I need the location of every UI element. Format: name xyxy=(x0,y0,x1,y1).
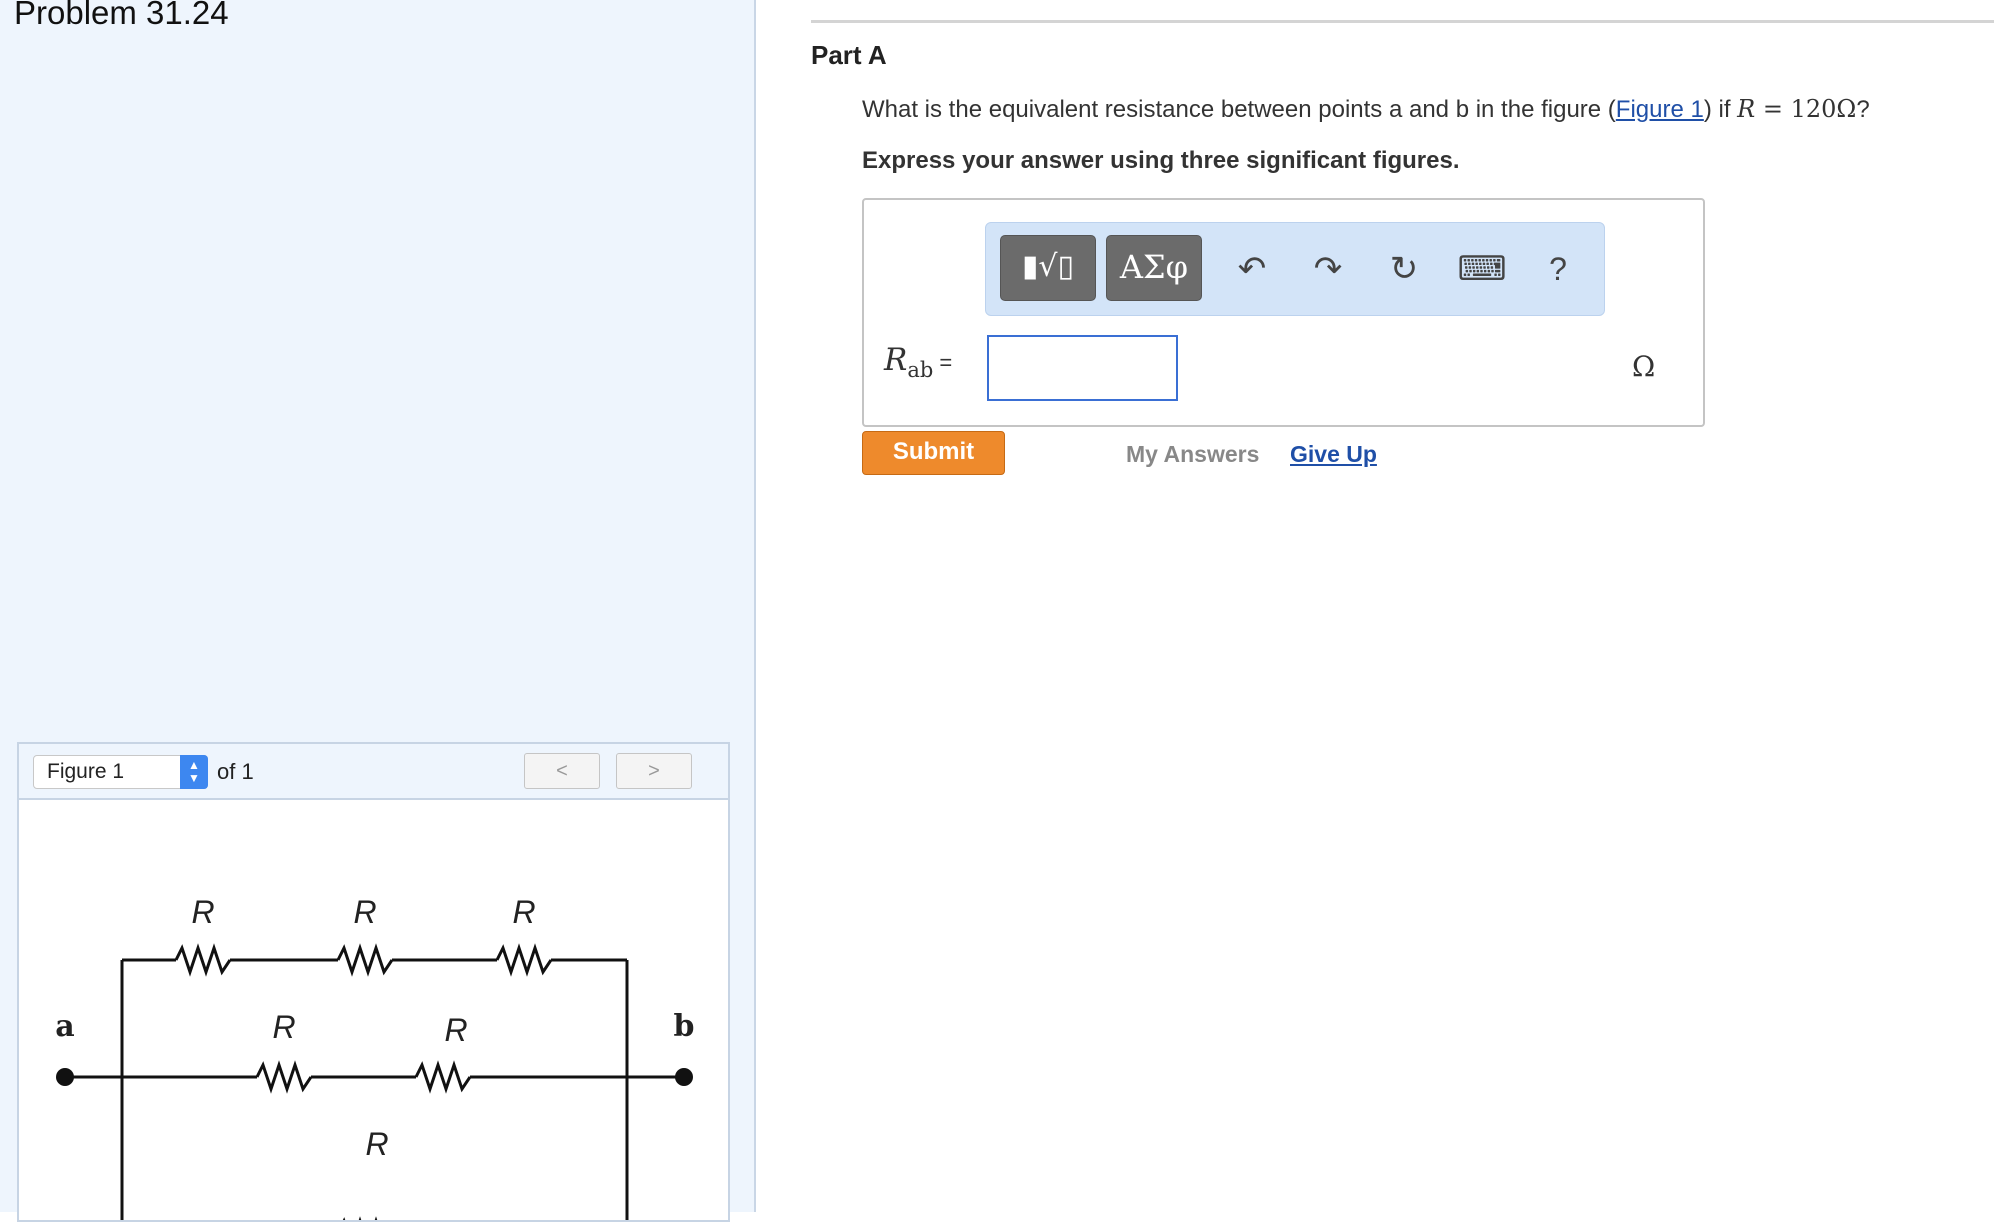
chevron-left-icon: < xyxy=(556,760,568,782)
instruction-text: Express your answer using three signific… xyxy=(862,147,1460,174)
submit-button[interactable]: Submit xyxy=(862,431,1005,475)
node-a-label: a xyxy=(55,1009,74,1044)
left-pane: Problem 31.24 Figure 1 ▲ ▼ of 1 < > R R … xyxy=(0,0,756,1222)
redo-button[interactable]: ↷ xyxy=(1300,241,1356,297)
help-button[interactable]: ? xyxy=(1530,241,1586,297)
next-figure-button[interactable]: > xyxy=(616,753,692,789)
select-arrows-icon: ▲ ▼ xyxy=(180,755,208,789)
part-title: Part A xyxy=(811,40,887,70)
prev-figure-button[interactable]: < xyxy=(524,753,600,789)
resistor-label: R xyxy=(191,894,214,930)
my-answers-button[interactable]: My Answers xyxy=(1126,441,1259,468)
resistor-label: R xyxy=(444,1012,467,1048)
resistor-label: R xyxy=(512,894,535,930)
keyboard-button[interactable]: ⌨ xyxy=(1454,241,1510,297)
reset-icon: ↻ xyxy=(1389,250,1419,288)
answer-input[interactable] xyxy=(987,335,1178,401)
figure-count-label: of 1 xyxy=(217,759,254,784)
figure-select-value: Figure 1 xyxy=(47,760,125,783)
figure-link[interactable]: Figure 1 xyxy=(1616,96,1704,123)
answer-label: Rab = xyxy=(884,342,953,383)
resistor-zigzag xyxy=(336,943,394,977)
symbols-button[interactable]: ΑΣφ xyxy=(1106,235,1202,301)
resistor-zigzag xyxy=(495,943,553,977)
resistor-zigzag xyxy=(414,1060,472,1094)
unit-label: Ω xyxy=(1632,350,1656,383)
templates-icon: ▮√▯ xyxy=(1021,249,1075,284)
templates-button[interactable]: ▮√▯ xyxy=(1000,235,1096,301)
node-b-label: b xyxy=(674,1009,695,1044)
figure-panel: Figure 1 ▲ ▼ of 1 < > R R R R R R a b xyxy=(17,742,730,1222)
node-a-dot xyxy=(56,1068,74,1086)
resistor-zigzag xyxy=(174,943,232,977)
problem-title: Problem 31.24 xyxy=(14,0,229,31)
symbols-icon: ΑΣφ xyxy=(1119,248,1189,286)
figure-toolbar: Figure 1 ▲ ▼ of 1 < > xyxy=(19,744,728,800)
resistor-label: R xyxy=(365,1126,388,1162)
resistor-zigzag xyxy=(255,1060,313,1094)
give-up-link[interactable]: Give Up xyxy=(1290,441,1377,468)
help-icon: ? xyxy=(1549,251,1567,287)
resistor-label: R xyxy=(353,894,376,930)
reset-button[interactable]: ↻ xyxy=(1376,241,1432,297)
undo-icon: ↶ xyxy=(1237,250,1267,288)
keyboard-icon: ⌨ xyxy=(1457,250,1507,288)
question-text: What is the equivalent resistance betwee… xyxy=(862,95,1870,123)
figure-select[interactable]: Figure 1 ▲ ▼ xyxy=(33,755,208,789)
section-divider xyxy=(811,20,1994,23)
circuit-diagram: R R R R R R a b xyxy=(55,894,695,1220)
resistor-label: R xyxy=(272,1009,295,1045)
chevron-right-icon: > xyxy=(648,760,660,782)
node-b-dot xyxy=(675,1068,693,1086)
undo-button[interactable]: ↶ xyxy=(1224,241,1280,297)
math-toolbar: ▮√▯ ΑΣφ ↶ ↷ ↻ ⌨ ? xyxy=(985,222,1605,316)
redo-icon: ↷ xyxy=(1313,250,1343,288)
